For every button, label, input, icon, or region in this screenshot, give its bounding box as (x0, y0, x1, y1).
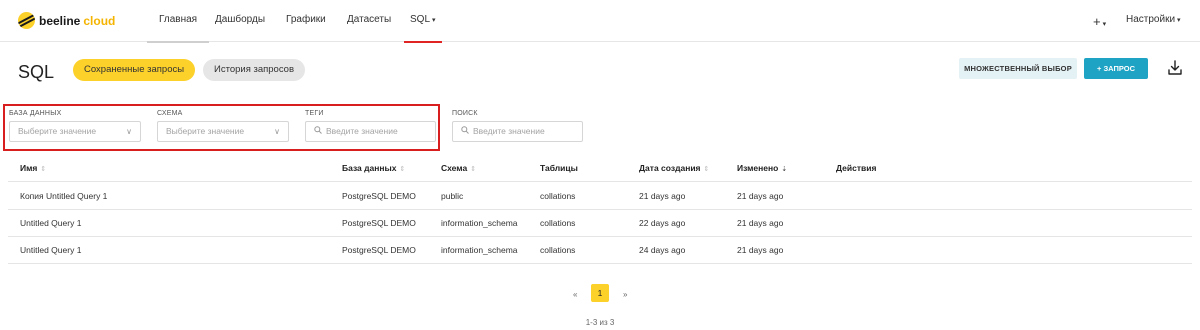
nav-item-label: Графики (286, 14, 326, 25)
search-input[interactable]: Введите значение (452, 121, 583, 142)
database-cell: PostgreSQL DEMO (342, 191, 416, 201)
database-filter-label: БАЗА ДАННЫХ (9, 110, 62, 117)
column-header-label: База данных (342, 163, 397, 173)
pagination-summary: 1-3 из 3 (585, 318, 615, 327)
top-navbar: beeline cloud Главная Дашборды Графики Д… (0, 0, 1200, 43)
nav-item-datasets[interactable]: Датасеты (347, 14, 391, 42)
nav-item-home[interactable]: Главная (146, 14, 210, 43)
tab-saved-queries[interactable]: Сохраненные запросы (73, 59, 196, 81)
database-cell: PostgreSQL DEMO (342, 218, 416, 228)
plus-icon: + (1093, 14, 1101, 29)
nav-item-label: SQL (410, 14, 431, 25)
query-name-cell[interactable]: Копия Untitled Query 1 (20, 191, 107, 201)
sort-desc-icon: ⇣ (781, 166, 788, 173)
column-header-label: Дата создания (639, 163, 701, 173)
schema-select[interactable]: Выберите значение ∨ (157, 121, 289, 142)
query-name-cell[interactable]: Untitled Query 1 (20, 218, 81, 228)
sort-icon: ⇕ (40, 166, 47, 173)
created-cell: 21 days ago (639, 191, 686, 201)
pagination-prev-button[interactable]: « (573, 290, 577, 299)
sort-icon: ⇕ (399, 166, 406, 173)
chevron-down-icon: ∨ (274, 127, 280, 136)
table-divider (8, 181, 1192, 182)
created-cell: 24 days ago (639, 245, 686, 255)
nav-item-dashboards[interactable]: Дашборды (215, 14, 265, 42)
nav-item-label: Датасеты (347, 14, 392, 25)
sort-icon: ⇕ (703, 166, 710, 173)
schema-cell: information_schema (441, 245, 518, 255)
schema-cell: public (441, 191, 464, 201)
column-header-modified[interactable]: Изменено ⇣ (737, 163, 787, 173)
nav-item-charts[interactable]: Графики (286, 14, 326, 42)
schema-select-placeholder: Выберите значение (166, 126, 245, 136)
column-header-label: Схема (441, 163, 468, 173)
modified-cell: 21 days ago (737, 245, 784, 255)
database-select[interactable]: Выберите значение ∨ (9, 121, 141, 142)
tab-query-history[interactable]: История запросов (203, 59, 306, 81)
query-name-cell[interactable]: Untitled Query 1 (20, 245, 81, 255)
tags-filter-label: ТЕГИ (305, 110, 324, 117)
nav-item-sql[interactable]: SQL ▾ (404, 14, 441, 43)
column-header-tables: Таблицы (540, 163, 578, 173)
database-cell: PostgreSQL DEMO (342, 245, 416, 255)
settings-label: Настройки (1126, 14, 1176, 25)
brand-name-part1: beeline (39, 13, 81, 28)
schema-filter-label: СХЕМА (157, 110, 183, 117)
column-header-database[interactable]: База данных ⇕ (342, 163, 405, 173)
search-input-placeholder: Введите значение (473, 126, 545, 136)
column-header-name[interactable]: Имя ⇕ (20, 163, 46, 173)
tables-cell: collations (540, 191, 576, 201)
column-header-schema[interactable]: Схема ⇕ (441, 163, 476, 173)
chevron-down-icon: ▾ (432, 17, 436, 24)
table-divider (8, 263, 1192, 264)
tables-cell: collations (540, 218, 576, 228)
add-menu-button[interactable]: + ▾ (1093, 14, 1106, 29)
modified-cell: 21 days ago (737, 218, 784, 228)
download-icon[interactable] (1167, 60, 1183, 76)
add-query-button[interactable]: + ЗАПРОС (1084, 58, 1148, 79)
sort-icon: ⇕ (470, 166, 477, 173)
table-divider (8, 209, 1192, 210)
nav-item-label: Дашборды (215, 14, 265, 25)
search-filter-label: ПОИСК (452, 110, 478, 117)
column-header-label: Имя (20, 163, 38, 173)
chevron-down-icon: ∨ (126, 127, 132, 136)
search-icon (314, 122, 323, 141)
created-cell: 22 days ago (639, 218, 686, 228)
pagination-next-button[interactable]: » (623, 290, 627, 299)
nav-item-label: Главная (159, 14, 198, 25)
tags-input-placeholder: Введите значение (326, 126, 398, 136)
column-header-label: Изменено (737, 163, 779, 173)
beeline-logo-icon (18, 12, 35, 29)
multi-select-button[interactable]: МНОЖЕСТВЕННЫЙ ВЫБОР (959, 58, 1077, 79)
chevron-down-icon: ▾ (1102, 21, 1107, 28)
database-select-placeholder: Выберите значение (18, 126, 97, 136)
brand-name-part2: cloud (83, 13, 116, 28)
brand-logo[interactable]: beeline cloud (18, 12, 115, 29)
schema-cell: information_schema (441, 218, 518, 228)
modified-cell: 21 days ago (737, 191, 784, 201)
search-icon (461, 122, 470, 141)
settings-menu-button[interactable]: Настройки ▾ (1126, 14, 1181, 25)
column-header-actions: Действия (836, 163, 877, 173)
tags-input[interactable]: Введите значение (305, 121, 436, 142)
pagination-page-current[interactable]: 1 (591, 284, 609, 302)
chevron-down-icon: ▾ (1177, 17, 1181, 24)
page-title: SQL (18, 62, 55, 82)
table-divider (8, 236, 1192, 237)
tables-cell: collations (540, 245, 576, 255)
column-header-created[interactable]: Дата создания ⇕ (639, 163, 709, 173)
